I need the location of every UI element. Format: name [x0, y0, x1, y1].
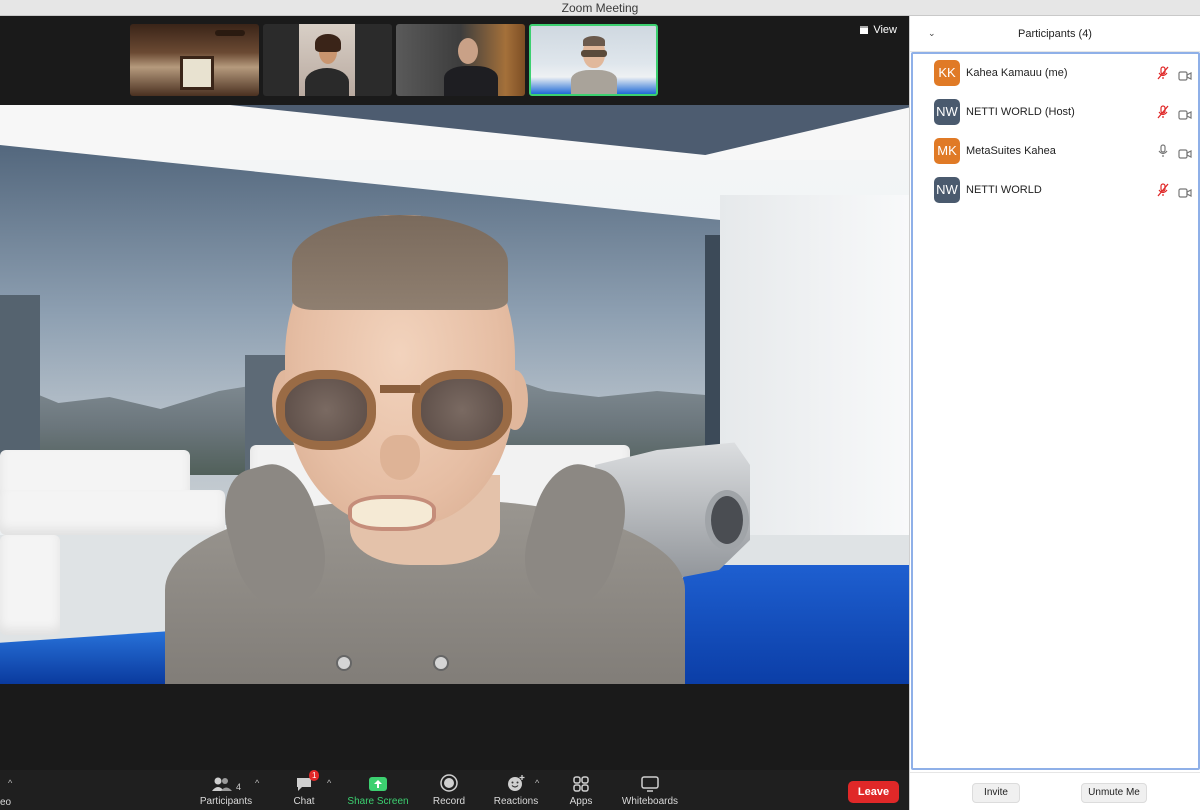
gallery-strip [130, 24, 658, 96]
whiteboards-button[interactable]: Whiteboards [605, 772, 695, 808]
participant-row[interactable]: MK MetaSuites Kahea [913, 132, 1198, 171]
avatar: NW [934, 99, 960, 125]
muted-mic-icon[interactable] [1156, 105, 1170, 124]
window-title-bar: Zoom Meeting [0, 0, 1200, 16]
avatar: NW [934, 177, 960, 203]
whiteboard-icon [605, 772, 695, 792]
video-icon[interactable] [1178, 68, 1192, 86]
participants-panel-footer: Invite Unmute Me [910, 772, 1200, 810]
participant-name: Kahea Kamauu (me) [966, 67, 1068, 79]
participant-name: NETTI WORLD [966, 184, 1042, 196]
video-button-partial-label[interactable]: eo [0, 797, 11, 808]
participant-row[interactable]: KK Kahea Kamauu (me) [913, 54, 1198, 93]
thumb-video-3[interactable] [396, 24, 525, 96]
view-icon [860, 26, 869, 34]
main-speaker-video[interactable] [0, 105, 909, 684]
video-icon[interactable] [1178, 185, 1192, 203]
participant-name: MetaSuites Kahea [966, 145, 1056, 157]
muted-mic-icon[interactable] [1156, 183, 1170, 202]
whiteboards-label: Whiteboards [621, 796, 679, 807]
view-label: View [873, 24, 897, 36]
unmute-me-button[interactable]: Unmute Me [1081, 783, 1147, 803]
invite-button[interactable]: Invite [972, 783, 1020, 803]
participant-row[interactable]: NW NETTI WORLD (Host) [913, 93, 1198, 132]
video-icon[interactable] [1178, 107, 1192, 125]
participants-panel-header: ⌄ Participants (4) [910, 16, 1200, 52]
thumb-video-1[interactable] [130, 24, 259, 96]
thumb-video-2[interactable] [263, 24, 392, 96]
meeting-area: View [0, 16, 909, 770]
leave-button[interactable]: Leave [848, 781, 899, 803]
participant-row[interactable]: NW NETTI WORLD [913, 171, 1198, 210]
participants-list: KK Kahea Kamauu (me) NW NETTI WORLD (Hos… [911, 52, 1200, 770]
view-button[interactable]: View [860, 24, 897, 36]
chat-caret-icon[interactable]: ^ [327, 778, 331, 788]
participant-name: NETTI WORLD (Host) [966, 106, 1075, 118]
avatar: KK [934, 60, 960, 86]
participants-label: Participants [199, 796, 253, 807]
participants-panel-title: Participants (4) [1018, 28, 1092, 40]
thumb-video-4[interactable] [529, 24, 658, 96]
window-title: Zoom Meeting [561, 1, 639, 15]
muted-mic-icon[interactable] [1156, 66, 1170, 85]
mic-icon[interactable] [1156, 144, 1170, 163]
video-icon[interactable] [1178, 146, 1192, 164]
chat-badge: 1 [309, 770, 320, 781]
caret-up-icon[interactable]: ^ [8, 778, 12, 788]
participants-count: 4 [235, 782, 241, 792]
avatar: MK [934, 138, 960, 164]
meeting-toolbar: ^ 4 Participants ^ 1 Chat ^ Share Screen… [0, 770, 909, 810]
participants-panel: ⌄ Participants (4) KK Kahea Kamauu (me) … [909, 16, 1200, 810]
